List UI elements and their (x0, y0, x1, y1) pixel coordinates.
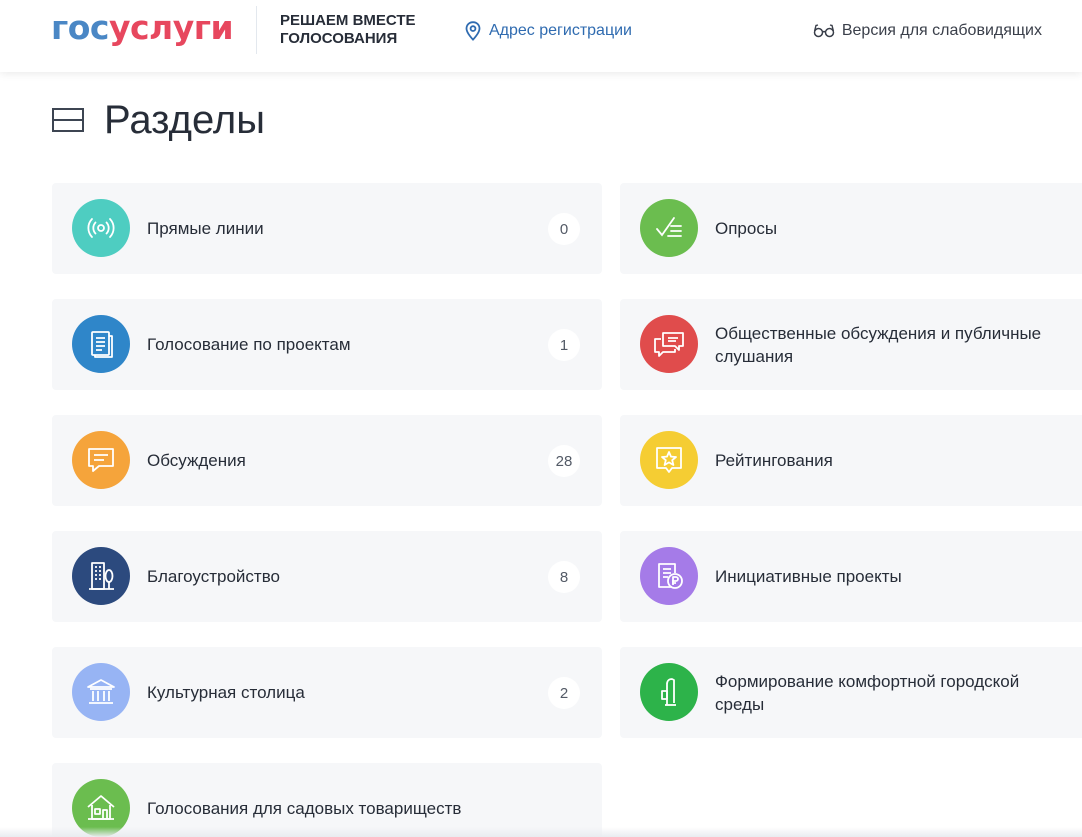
section-card-garden-associations[interactable]: Голосования для садовых товариществ (52, 763, 602, 837)
section-card-direct-lines[interactable]: Прямые линии 0 (52, 183, 602, 274)
section-card-public-hearings[interactable]: Общественные обсуждения и публичные слуш… (620, 299, 1082, 390)
section-label: Рейтингования (715, 451, 833, 470)
message-icon (72, 431, 130, 489)
count-badge: 2 (548, 677, 580, 709)
section-card-ratings[interactable]: Рейтингования (620, 415, 1082, 506)
project-title[interactable]: РЕШАЕМ ВМЕСТЕ ГОЛОСОВАНИЯ (280, 12, 416, 48)
museum-icon (72, 663, 130, 721)
chat-bubbles-icon (640, 315, 698, 373)
section-card-project-voting[interactable]: Голосование по проектам 1 (52, 299, 602, 390)
count-badge: 8 (548, 561, 580, 593)
address-link[interactable]: Адрес регистрации (465, 20, 632, 42)
section-label: Культурная столица (147, 683, 305, 702)
section-label: Инициативные проекты (715, 567, 902, 586)
star-frame-icon (640, 431, 698, 489)
section-label: Опросы (715, 219, 778, 238)
top-header: госуслуги РЕШАЕМ ВМЕСТЕ ГОЛОСОВАНИЯ Адре… (0, 0, 1082, 72)
section-card-comfortable-city[interactable]: Формирование комфортной городской среды (620, 647, 1082, 738)
glasses-icon (813, 24, 835, 38)
count-badge: 28 (548, 445, 580, 477)
count-badge: 1 (548, 329, 580, 361)
page-title: Разделы (104, 98, 265, 142)
broadcast-icon (72, 199, 130, 257)
header-divider (256, 6, 257, 54)
section-label: Формирование комфортной городской среды (715, 671, 1020, 714)
section-label: Общественные обсуждения и публичные слуш… (715, 323, 1042, 366)
section-label: Прямые линии (147, 219, 264, 238)
logo-part-uslugi: услуги (108, 8, 234, 47)
section-card-culture-capital[interactable]: Культурная столица 2 (52, 647, 602, 738)
ruble-document-icon (640, 547, 698, 605)
section-label: Голосования для садовых товариществ (147, 799, 462, 818)
bottom-fade (0, 827, 1082, 837)
address-label: Адрес регистрации (489, 22, 632, 39)
location-pin-icon (465, 21, 481, 41)
section-label: Голосование по проектам (147, 335, 351, 354)
section-card-improvement[interactable]: Благоустройство 8 (52, 531, 602, 622)
section-card-initiative-projects[interactable]: Инициативные проекты (620, 531, 1082, 622)
section-label: Благоустройство (147, 567, 281, 586)
city-lamp-icon (640, 663, 698, 721)
section-card-discussions[interactable]: Обсуждения 28 (52, 415, 602, 506)
gosuslugi-logo[interactable]: госуслуги (51, 8, 234, 48)
section-label: Обсуждения (147, 451, 246, 470)
section-card-polls[interactable]: Опросы (620, 183, 1082, 274)
building-tree-icon (72, 547, 130, 605)
menu-icon[interactable] (52, 107, 84, 133)
accessibility-link[interactable]: Версия для слабовидящих (813, 20, 1042, 42)
document-icon (72, 315, 130, 373)
count-badge: 0 (548, 213, 580, 245)
accessibility-label: Версия для слабовидящих (841, 22, 1042, 39)
logo-part-gos: гос (51, 8, 109, 47)
title-row: Разделы (52, 96, 265, 144)
checklist-icon (640, 199, 698, 257)
